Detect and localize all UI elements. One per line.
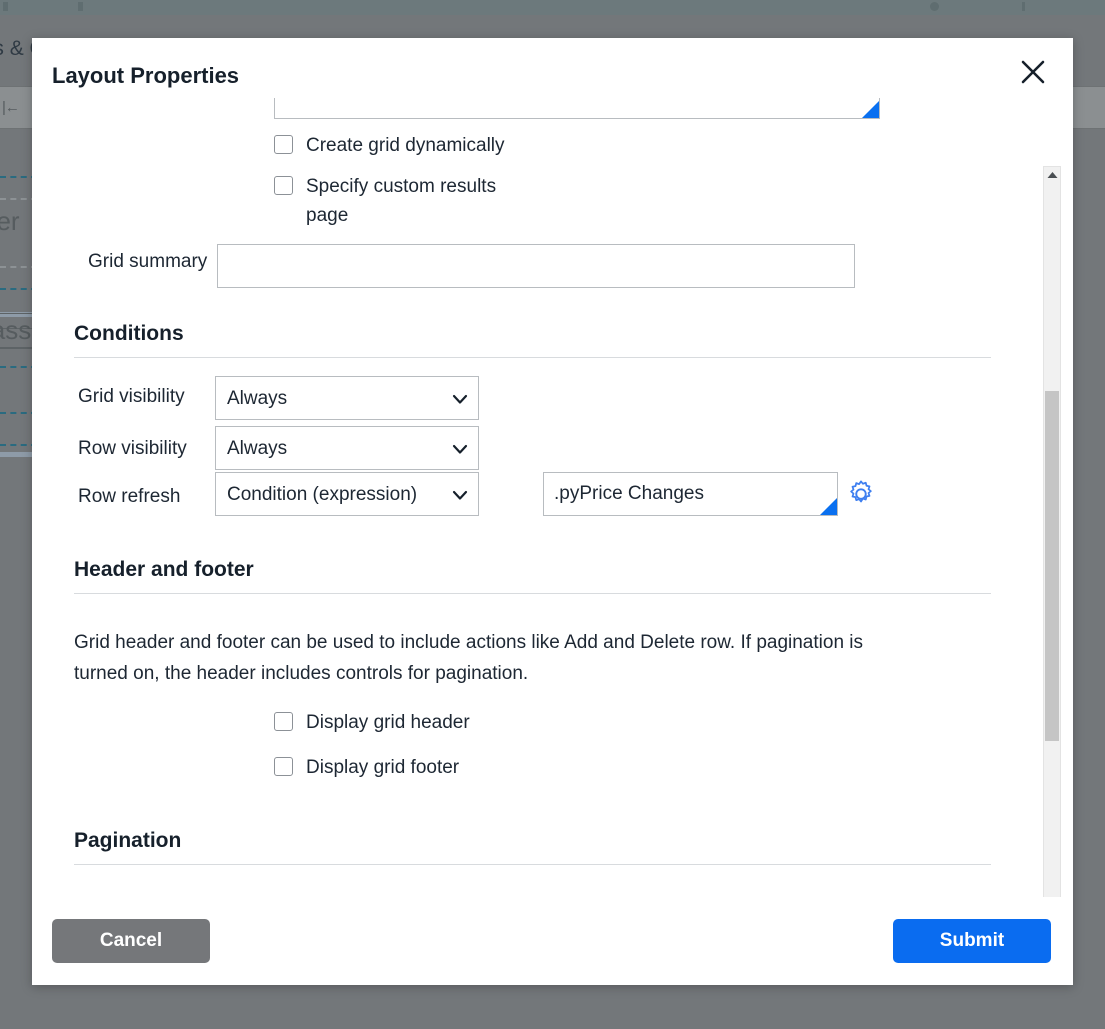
header-footer-description: Grid header and footer can be used to in…	[74, 632, 864, 684]
cancel-button[interactable]: Cancel	[52, 919, 210, 963]
modal-header: Layout Properties	[32, 38, 1073, 98]
grid-visibility-label: Grid visibility	[78, 386, 185, 407]
scroll-up-arrow-icon[interactable]	[1044, 167, 1060, 183]
checkbox-row-create-grid-dynamically[interactable]: Create grid dynamically	[274, 131, 1035, 160]
modal-scrollbar[interactable]	[1043, 166, 1061, 897]
display-grid-header-label[interactable]: Display grid header	[306, 708, 470, 737]
grid-summary-label: Grid summary	[88, 251, 208, 272]
app-top-bar	[0, 0, 1105, 15]
conditions-divider	[74, 357, 991, 358]
modal-body: Create grid dynamically Specify custom r…	[32, 98, 1073, 897]
row-refresh-select[interactable]: Condition (expression)	[215, 472, 479, 516]
grid-summary-input[interactable]	[217, 244, 855, 288]
checkbox-row-specify-custom-results-page[interactable]: Specify custom results page	[274, 172, 1035, 230]
submit-button[interactable]: Submit	[893, 919, 1051, 963]
grid-visibility-row: Grid visibility Always	[32, 376, 1035, 420]
collapse-panel-icon: |←	[2, 99, 20, 116]
conditions-heading: Conditions	[74, 322, 184, 345]
row-visibility-row: Row visibility Always	[32, 426, 1035, 470]
display-grid-footer-label[interactable]: Display grid footer	[306, 753, 459, 782]
conditions-section: Conditions	[74, 322, 991, 358]
checkbox-row-display-grid-footer[interactable]: Display grid footer	[274, 753, 1035, 782]
modal-footer: Cancel Submit	[32, 897, 1073, 985]
modal-scroll-content: Create grid dynamically Specify custom r…	[32, 98, 1035, 897]
top-bar-glyph	[78, 2, 83, 11]
top-partial-field	[274, 98, 880, 119]
row-refresh-select-wrap: Condition (expression)	[215, 472, 479, 516]
top-bar-glyph	[1022, 2, 1025, 11]
clipped-text-input[interactable]	[274, 98, 880, 119]
close-icon[interactable]	[1016, 55, 1050, 89]
row-refresh-expression-wrap	[543, 472, 838, 516]
header-footer-section: Header and footer	[74, 558, 991, 594]
display-grid-footer-checkbox[interactable]	[274, 757, 293, 776]
layout-properties-modal: Layout Properties Create grid dynamicall…	[32, 38, 1073, 985]
grid-visibility-select[interactable]: Always	[215, 376, 479, 420]
specify-custom-results-page-checkbox[interactable]	[274, 176, 293, 195]
pagination-heading: Pagination	[74, 829, 182, 852]
modal-scroll-viewport: Create grid dynamically Specify custom r…	[32, 98, 1035, 897]
row-visibility-select[interactable]: Always	[215, 426, 479, 470]
top-bar-glyph	[3, 2, 8, 11]
checkbox-row-display-grid-header[interactable]: Display grid header	[274, 708, 1035, 737]
grid-summary-row: Grid summary	[32, 244, 1035, 288]
grid-visibility-select-wrap: Always	[215, 376, 479, 420]
scrollbar-thumb[interactable]	[1045, 391, 1059, 741]
canvas-text-fragment: lass	[0, 313, 37, 348]
modal-title: Layout Properties	[52, 63, 240, 88]
row-refresh-label: Row refresh	[78, 486, 181, 507]
row-refresh-expression-input[interactable]	[543, 472, 838, 516]
top-bar-glyph	[930, 2, 939, 11]
row-visibility-label: Row visibility	[78, 438, 187, 459]
row-refresh-row: Row refresh Condition (expression)	[32, 472, 1035, 516]
specify-custom-results-page-label[interactable]: Specify custom results page	[306, 172, 538, 230]
conditions-rows: Grid visibility Always Row visibility Al…	[32, 376, 1035, 516]
scroll-spacer	[32, 865, 1035, 897]
pagination-section: Pagination	[74, 829, 991, 865]
canvas-text-fragment: der	[0, 206, 20, 236]
display-grid-header-checkbox[interactable]	[274, 712, 293, 731]
header-footer-heading: Header and footer	[74, 558, 254, 581]
row-visibility-select-wrap: Always	[215, 426, 479, 470]
header-footer-divider	[74, 593, 991, 594]
create-grid-dynamically-label[interactable]: Create grid dynamically	[306, 131, 505, 160]
create-grid-dynamically-checkbox[interactable]	[274, 135, 293, 154]
gear-icon[interactable]	[846, 479, 876, 509]
